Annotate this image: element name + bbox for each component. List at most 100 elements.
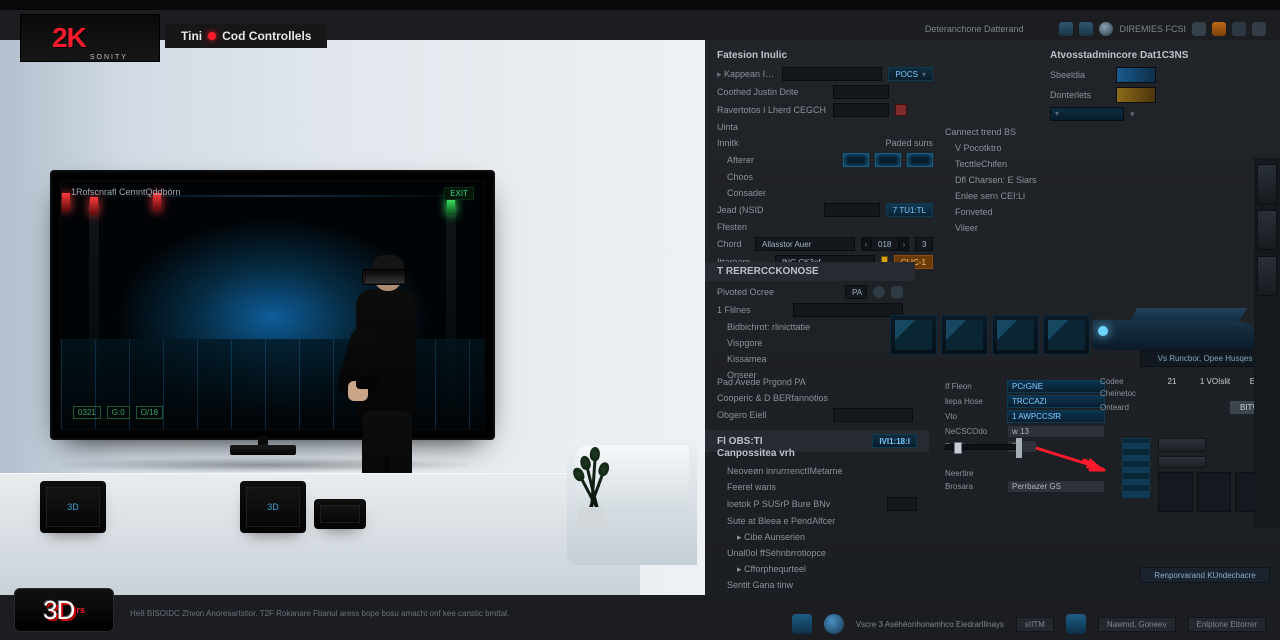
screen-hud: 0321 G:0 O/18	[73, 406, 163, 419]
asset-thumb[interactable]	[992, 315, 1039, 355]
ar-dropdown[interactable]	[1050, 107, 1124, 121]
asset-thumbnail-strip[interactable]	[890, 310, 1090, 360]
lbl-bibd[interactable]: Bidbichrot: rlinicttatie	[717, 322, 877, 332]
cheimetoc-k: Cheinetoc	[1100, 389, 1270, 398]
thumb-item[interactable]	[1257, 210, 1277, 250]
lbl-visgore[interactable]: Vispgore	[717, 338, 817, 348]
render-viewport[interactable]: 1Rofscnrafl CemntQddbörn EXIT 0321 G:0 O…	[0, 40, 705, 595]
status-btn-1[interactable]: Nawmd, Goneev	[1098, 617, 1176, 632]
brosara-v[interactable]: Perrbazer GS	[1007, 480, 1105, 493]
d-3[interactable]: Sute at Bleea e PendAlfcer	[717, 516, 917, 526]
swatch-b[interactable]	[1116, 87, 1156, 103]
app-logo: 2K SONITY	[20, 14, 160, 62]
layers-icon[interactable]	[1059, 22, 1073, 36]
texture-mini-2[interactable]	[1158, 456, 1206, 468]
device-cube-3	[314, 499, 366, 529]
pioted-val[interactable]: PA	[845, 285, 867, 299]
ar2-3[interactable]: Enlee sern CEI:Li	[945, 191, 1045, 201]
lbl-afterer: Afterer	[717, 155, 817, 165]
settings-icon[interactable]	[1079, 22, 1093, 36]
ar2-5[interactable]: Vileer	[945, 223, 1045, 233]
d-6[interactable]: ▸ Cfforphequrteel	[717, 564, 837, 575]
thumb-item[interactable]	[1257, 256, 1277, 296]
codee-b[interactable]: 1 VOIslit	[1190, 377, 1240, 386]
grid-icon[interactable]	[1192, 22, 1206, 36]
right-thumb-column[interactable]	[1254, 158, 1280, 528]
engine-dropdown[interactable]: POCS	[888, 67, 933, 81]
d-2[interactable]: loetok P SUSrP Bure BNv	[717, 499, 881, 509]
notify-icon[interactable]	[1212, 22, 1226, 36]
v1v[interactable]: TRCCAZI	[1007, 395, 1105, 408]
value-panel: If FleonPCrGNE liepa HoseTRCCAZI Vto1 AW…	[945, 378, 1105, 495]
status-center: Vscre 3 Asèhéonhonamhco Eiedrarllinays	[856, 620, 1004, 629]
codee-k: Codee	[1100, 377, 1154, 386]
lbl-kissame[interactable]: Kissamea	[717, 354, 817, 364]
ar2-0[interactable]: V Pocotktro	[945, 143, 1045, 153]
v3k: NeCSCOdo	[945, 427, 1001, 436]
d-1[interactable]: Feerel waris	[717, 482, 817, 492]
pointer-arrow-icon	[1034, 446, 1106, 472]
breadcrumb: Deteranchone Datterand	[925, 24, 1024, 34]
status-btn-2[interactable]: Enlptone Ettorrer	[1188, 617, 1266, 632]
engine-logo-3d: 3D rs	[14, 588, 114, 632]
afterer-chip-1[interactable]	[843, 153, 869, 167]
status-chip-3-icon[interactable]	[1066, 614, 1086, 634]
screen-exit-button[interactable]: EXIT	[444, 187, 474, 200]
asset-thumb[interactable]	[1043, 315, 1090, 355]
logo3d-a: 3D	[43, 595, 74, 626]
status-chip-1-icon[interactable]	[792, 614, 812, 634]
chord-n2[interactable]: 3	[915, 237, 933, 251]
render-color-swatch[interactable]	[895, 104, 907, 116]
coord-panel: Codee 21 1 VOIslit E 13 Cheinetoc Ontear…	[1100, 374, 1270, 417]
logo3d-b: rs	[76, 605, 85, 615]
swatch-a[interactable]	[1116, 67, 1156, 83]
ar2-4[interactable]: Fonveted	[945, 207, 1045, 217]
more-icon[interactable]	[1252, 22, 1266, 36]
dropdown-caret-icon[interactable]: ▾	[1130, 109, 1135, 120]
asset-thumb[interactable]	[890, 315, 937, 355]
status-chip-2-icon[interactable]	[824, 614, 844, 634]
lbl-pad: Pad Avede Prgond PA	[717, 377, 887, 387]
chord-spin[interactable]: ‹018›	[861, 237, 909, 251]
dendent-slider[interactable]	[945, 440, 1021, 450]
asset-thumb[interactable]	[941, 315, 988, 355]
assets-action-button[interactable]: Renporvarand KUndechacre	[1140, 567, 1270, 583]
v0v[interactable]: PCrGNE	[1007, 380, 1105, 393]
texture-mini-1[interactable]	[1158, 438, 1206, 452]
d-5[interactable]: Unal0ol ffSéhnbrrotiopce	[717, 548, 917, 558]
preview-mode-pill[interactable]: Vs Runcbor, Opee Husqes	[1140, 350, 1270, 367]
menu-icon[interactable]	[1232, 22, 1246, 36]
lbl-filnes: 1 Flilnes	[717, 305, 787, 315]
ar2-2[interactable]: Dfl Charsen: E Siars	[945, 175, 1045, 185]
status-text: He8 BISOIDC Zhvon Anoresartstior. T2F Ro…	[130, 609, 509, 618]
afterer-chip-3[interactable]	[907, 153, 933, 167]
logo-main: 2K	[52, 22, 86, 54]
chord-field[interactable]: Allasstor Auer	[755, 237, 855, 251]
ceiling-red2-icon	[62, 193, 70, 211]
lbl-consader: Consader	[717, 188, 817, 198]
texture-thumb[interactable]	[1122, 438, 1150, 498]
pioted-box-icon[interactable]	[891, 286, 903, 298]
lbl-engine[interactable]: Kappean IB UNID LOCS	[717, 69, 776, 80]
d-0[interactable]: Neoveøn inrurrrenctIMetarne	[717, 466, 917, 476]
header-right: Deteranchone Datterand DIREMIES FCSI	[925, 22, 1266, 36]
lbl-uinta: Uinta	[717, 122, 827, 132]
v2v[interactable]: 1 AWPCCSfR	[1007, 410, 1105, 423]
section-ar-title: Atvosstadmincore Dat1C3NS	[1050, 44, 1270, 65]
brosara-k: Brosara	[945, 482, 1001, 491]
thumb-item[interactable]	[1257, 164, 1277, 204]
v3v[interactable]: w 13	[1007, 425, 1105, 438]
lbl-jead: Jead (NSID	[717, 205, 818, 215]
globe-icon[interactable]	[1099, 22, 1113, 36]
lbl-festen: Ffesten	[717, 222, 827, 232]
codee-a[interactable]: 21	[1160, 377, 1184, 386]
afterer-chip-2[interactable]	[875, 153, 901, 167]
d-4[interactable]: ▸ Cibe Aunserien	[717, 532, 837, 543]
inspector-panels: Fatesion Inulic Kappean IB UNID LOCS POC…	[705, 40, 1280, 595]
pioted-dot-icon[interactable]	[873, 286, 885, 298]
jead-tag[interactable]: 7 TU1:TL	[886, 203, 933, 217]
ar2-1[interactable]: TecttleChifen	[945, 159, 1045, 169]
d-7[interactable]: Sentit Gana tinw	[717, 580, 817, 590]
save-button[interactable]: sIITM	[1016, 617, 1054, 632]
hud-2: O/18	[136, 406, 163, 419]
